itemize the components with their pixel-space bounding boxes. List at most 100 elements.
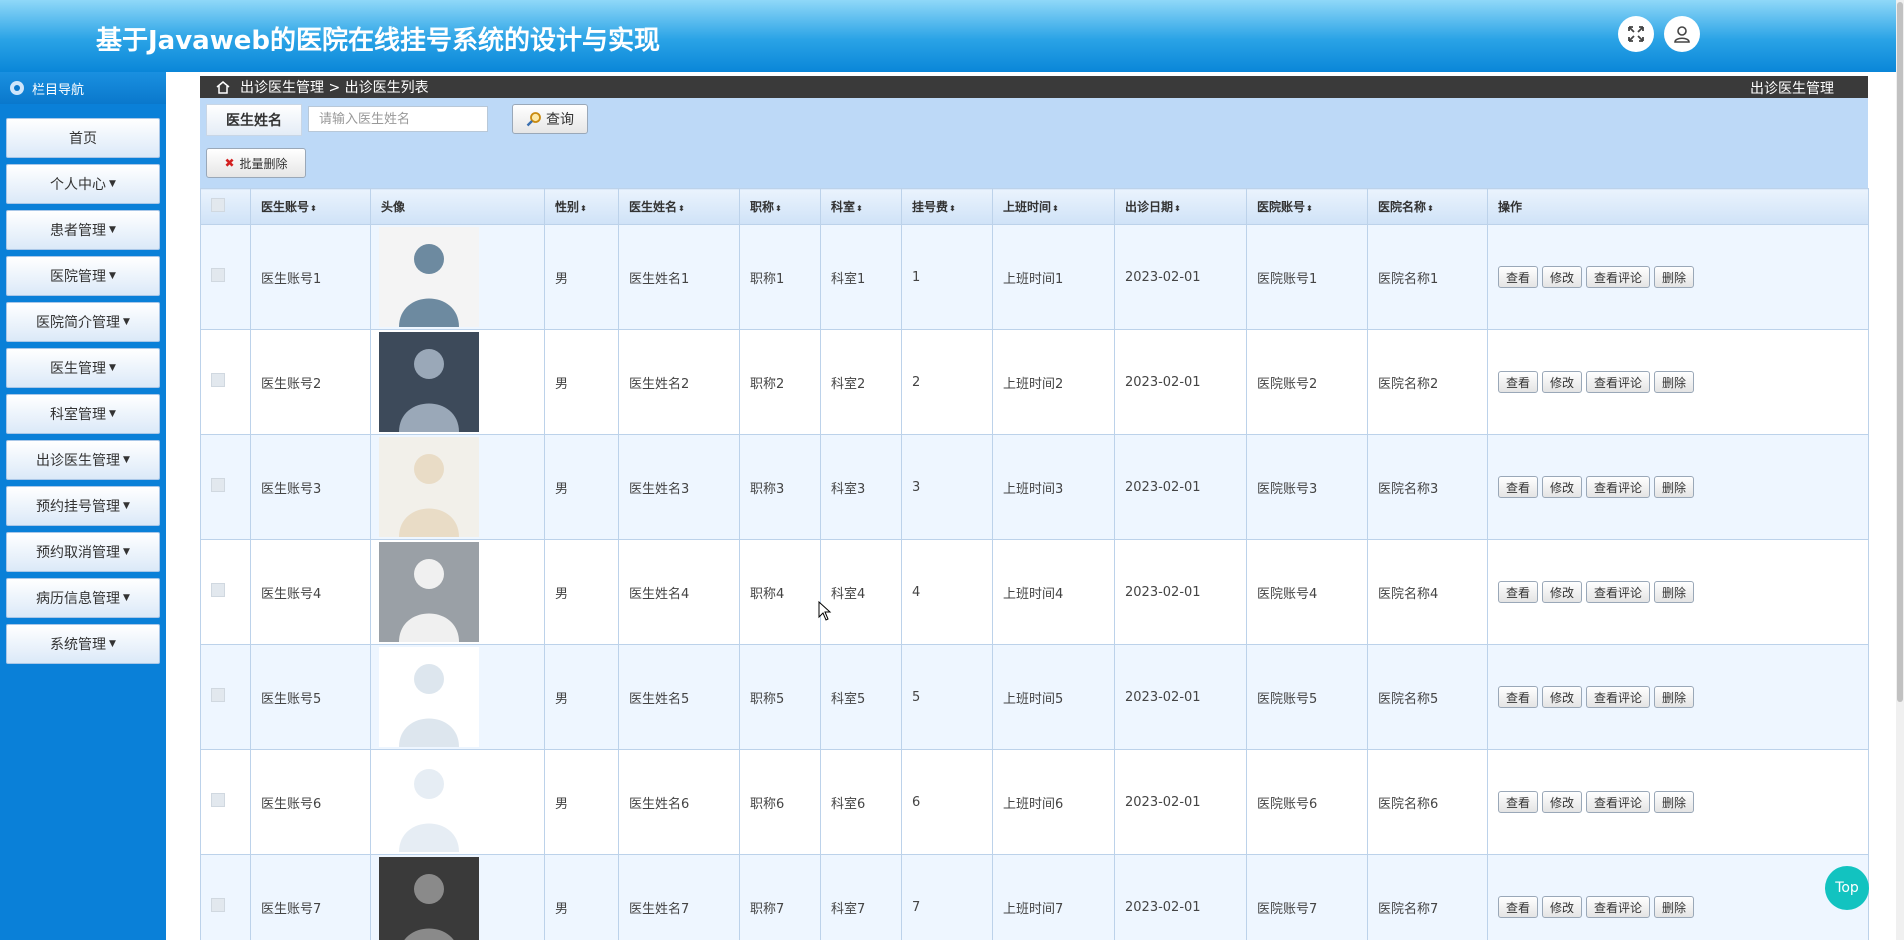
sidebar-item-doctors[interactable]: 医生管理 ▼ bbox=[6, 348, 160, 388]
app-title: 基于Javaweb的医院在线挂号系统的设计与实现 bbox=[96, 26, 660, 56]
column-header[interactable]: 科室⬍ bbox=[820, 188, 902, 225]
cell-hospital-name: 医院名称7 bbox=[1367, 854, 1488, 940]
row-select-cell[interactable] bbox=[200, 749, 251, 855]
row-select-cell[interactable] bbox=[200, 329, 251, 435]
actions-cell: 查看 修改 查看评论 删除 bbox=[1487, 644, 1869, 750]
edit-button[interactable]: 修改 bbox=[1542, 896, 1583, 918]
view-comments-button[interactable]: 查看评论 bbox=[1586, 896, 1651, 918]
view-comments-button[interactable]: 查看评论 bbox=[1586, 581, 1651, 603]
cell-gender: 男 bbox=[544, 854, 619, 940]
doctor-avatar bbox=[379, 227, 479, 327]
delete-button[interactable]: 删除 bbox=[1654, 371, 1695, 393]
breadcrumb-path: 出诊医生管理 > 出诊医生列表 bbox=[240, 80, 429, 96]
breadcrumb: 出诊医生管理 > 出诊医生列表 出诊医生管理 bbox=[200, 76, 1868, 98]
view-button[interactable]: 查看 bbox=[1498, 686, 1539, 708]
mouse-cursor-icon bbox=[818, 601, 832, 621]
delete-button[interactable]: 删除 bbox=[1654, 896, 1695, 918]
row-checkbox[interactable] bbox=[211, 478, 225, 492]
edit-button[interactable]: 修改 bbox=[1542, 686, 1583, 708]
view-comments-button[interactable]: 查看评论 bbox=[1586, 476, 1651, 498]
view-comments-button[interactable]: 查看评论 bbox=[1586, 791, 1651, 813]
column-header[interactable]: 医生姓名⬍ bbox=[618, 188, 740, 225]
doctor-table: 医生账号⬍ 头像 性别⬍ 医生姓名⬍ 职称⬍ 科室⬍ 挂号费⬍ 上班时间⬍ 出诊… bbox=[200, 188, 1869, 940]
column-header[interactable]: 挂号费⬍ bbox=[901, 188, 993, 225]
search-button[interactable]: 查询 bbox=[512, 104, 588, 134]
view-button[interactable]: 查看 bbox=[1498, 791, 1539, 813]
select-all-checkbox[interactable] bbox=[211, 198, 225, 212]
column-header[interactable]: 职称⬍ bbox=[739, 188, 821, 225]
row-select-cell[interactable] bbox=[200, 224, 251, 330]
sidebar-item-hospitals[interactable]: 医院管理 ▼ bbox=[6, 256, 160, 296]
back-to-top-button[interactable]: Top bbox=[1825, 866, 1869, 910]
cell-fee: 5 bbox=[901, 644, 993, 750]
column-header[interactable]: 医院账号⬍ bbox=[1246, 188, 1368, 225]
caret-down-icon: ▼ bbox=[123, 593, 130, 603]
view-button[interactable]: 查看 bbox=[1498, 896, 1539, 918]
view-button[interactable]: 查看 bbox=[1498, 581, 1539, 603]
delete-button[interactable]: 删除 bbox=[1654, 476, 1695, 498]
view-button[interactable]: 查看 bbox=[1498, 371, 1539, 393]
doctor-name-search-input[interactable] bbox=[308, 106, 488, 132]
cell-name: 医生姓名7 bbox=[618, 854, 740, 940]
delete-button[interactable]: 删除 bbox=[1654, 581, 1695, 603]
cell-dept: 科室1 bbox=[820, 224, 902, 330]
batch-delete-button[interactable]: ✖ 批量删除 bbox=[206, 148, 306, 178]
cell-date: 2023-02-01 bbox=[1114, 224, 1247, 330]
column-header[interactable]: 出诊日期⬍ bbox=[1114, 188, 1247, 225]
view-comments-button[interactable]: 查看评论 bbox=[1586, 266, 1651, 288]
column-header[interactable]: 医院名称⬍ bbox=[1367, 188, 1488, 225]
edit-button[interactable]: 修改 bbox=[1542, 581, 1583, 603]
row-checkbox[interactable] bbox=[211, 583, 225, 597]
delete-button[interactable]: 删除 bbox=[1654, 791, 1695, 813]
sidebar-item-appointments[interactable]: 预约挂号管理 ▼ bbox=[6, 486, 160, 526]
sidebar-item-system[interactable]: 系统管理 ▼ bbox=[6, 624, 160, 664]
cell-name: 医生姓名6 bbox=[618, 749, 740, 855]
scrollbar[interactable] bbox=[1896, 0, 1904, 940]
nav-heading: 栏目导航 bbox=[0, 72, 166, 104]
sort-icon: ⬍ bbox=[310, 204, 317, 213]
select-all-cell[interactable] bbox=[200, 188, 251, 225]
edit-button[interactable]: 修改 bbox=[1542, 266, 1583, 288]
view-comments-button[interactable]: 查看评论 bbox=[1586, 371, 1651, 393]
row-select-cell[interactable] bbox=[200, 854, 251, 940]
avatar-cell bbox=[370, 644, 545, 750]
sidebar-item-hospital-intro[interactable]: 医院简介管理 ▼ bbox=[6, 302, 160, 342]
column-header[interactable]: 性别⬍ bbox=[544, 188, 619, 225]
edit-button[interactable]: 修改 bbox=[1542, 791, 1583, 813]
row-checkbox[interactable] bbox=[211, 793, 225, 807]
sidebar-item-patients[interactable]: 患者管理 ▼ bbox=[6, 210, 160, 250]
cell-gender: 男 bbox=[544, 329, 619, 435]
sidebar-item-home[interactable]: 首页 bbox=[6, 118, 160, 158]
column-header[interactable]: 上班时间⬍ bbox=[992, 188, 1115, 225]
delete-button[interactable]: 删除 bbox=[1654, 266, 1695, 288]
user-button[interactable] bbox=[1664, 16, 1700, 52]
fullscreen-button[interactable] bbox=[1618, 16, 1654, 52]
row-select-cell[interactable] bbox=[200, 434, 251, 540]
row-checkbox[interactable] bbox=[211, 898, 225, 912]
sidebar-item-medical-records[interactable]: 病历信息管理 ▼ bbox=[6, 578, 160, 618]
cell-hospital-account: 医院账号7 bbox=[1246, 854, 1368, 940]
view-button[interactable]: 查看 bbox=[1498, 266, 1539, 288]
cell-account: 医生账号2 bbox=[250, 329, 371, 435]
cell-name: 医生姓名5 bbox=[618, 644, 740, 750]
view-comments-button[interactable]: 查看评论 bbox=[1586, 686, 1651, 708]
edit-button[interactable]: 修改 bbox=[1542, 476, 1583, 498]
view-button[interactable]: 查看 bbox=[1498, 476, 1539, 498]
delete-button[interactable]: 删除 bbox=[1654, 686, 1695, 708]
cell-name: 医生姓名2 bbox=[618, 329, 740, 435]
sidebar-item-cancellations[interactable]: 预约取消管理 ▼ bbox=[6, 532, 160, 572]
column-header[interactable]: 医生账号⬍ bbox=[250, 188, 371, 225]
scrollbar-thumb[interactable] bbox=[1897, 2, 1903, 702]
sidebar-item-on-duty-doctors[interactable]: 出诊医生管理 ▼ bbox=[6, 440, 160, 480]
cell-worktime: 上班时间1 bbox=[992, 224, 1115, 330]
row-select-cell[interactable] bbox=[200, 644, 251, 750]
row-checkbox[interactable] bbox=[211, 373, 225, 387]
row-checkbox[interactable] bbox=[211, 688, 225, 702]
edit-button[interactable]: 修改 bbox=[1542, 371, 1583, 393]
actions-cell: 查看 修改 查看评论 删除 bbox=[1487, 539, 1869, 645]
row-select-cell[interactable] bbox=[200, 539, 251, 645]
row-checkbox[interactable] bbox=[211, 268, 225, 282]
sidebar-item-departments[interactable]: 科室管理 ▼ bbox=[6, 394, 160, 434]
sort-icon: ⬍ bbox=[580, 204, 587, 213]
sidebar-item-personal[interactable]: 个人中心 ▼ bbox=[6, 164, 160, 204]
